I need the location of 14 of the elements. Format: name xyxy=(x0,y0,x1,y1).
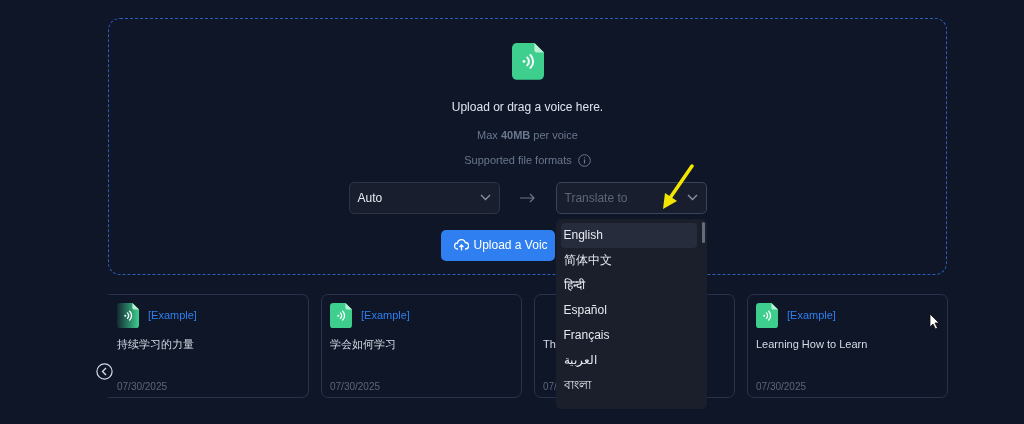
example-date: 07/30/2025 xyxy=(330,379,381,394)
example-date: 07/30/2025 xyxy=(117,379,168,394)
example-tag: [Example] xyxy=(148,307,197,324)
example-title: 学会如何学习 xyxy=(330,337,396,352)
example-title: 持续学习的力量 xyxy=(117,337,194,352)
example-title: Th xyxy=(543,337,556,352)
example-tag: [Example] xyxy=(787,307,836,324)
example-title: Learning How to Learn xyxy=(756,337,868,352)
example-tag: [Example] xyxy=(361,307,410,324)
example-date: 07/ xyxy=(543,379,557,394)
example-date: 07/30/2025 xyxy=(756,379,807,394)
formats-label: Supported file formats xyxy=(464,153,572,169)
upload-instruction: Upload or drag a voice here. xyxy=(451,98,604,116)
size-limit-text: Max 40MB per voice xyxy=(477,127,578,143)
